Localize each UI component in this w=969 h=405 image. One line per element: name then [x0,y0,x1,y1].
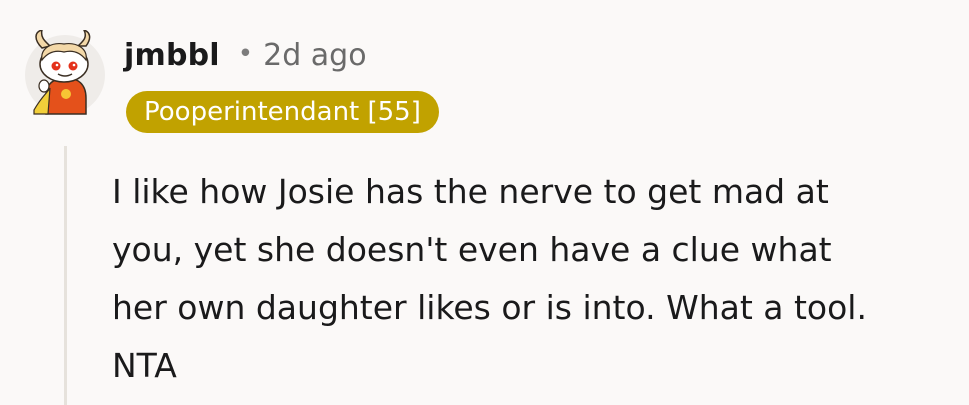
snoo-avatar-icon [25,28,105,115]
user-avatar-icon[interactable] [20,28,110,116]
comment-body-line: NTA [112,346,177,385]
comment-body-line: her own daughter likes or is into. What … [112,288,867,327]
comment-timestamp[interactable]: 2d ago [263,38,366,73]
user-flair-badge: Pooperintendant [55] [126,91,439,133]
comment-meta: jmbbl • 2d ago [124,38,367,73]
comment: jmbbl • 2d ago Pooperintendant [55] I li… [0,0,969,405]
comment-body: I like how Josie has the nerve to get ma… [112,163,962,395]
meta-separator: • [237,39,254,69]
username-link[interactable]: jmbbl [124,38,220,73]
thread-collapse-line[interactable] [64,146,67,405]
comment-body-line: you, yet she doesn't even have a clue wh… [112,230,832,269]
comment-body-line: I like how Josie has the nerve to get ma… [112,172,829,211]
